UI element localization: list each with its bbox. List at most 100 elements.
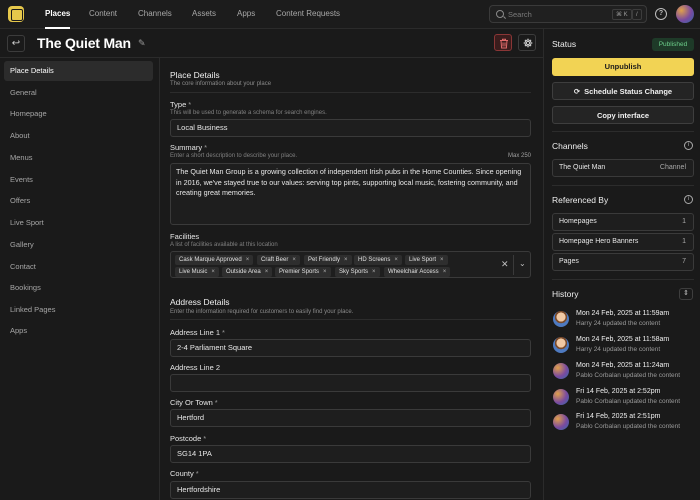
sidebar-item-place-details[interactable]: Place Details: [4, 61, 153, 81]
sidebar-item-bookings[interactable]: Bookings: [4, 278, 153, 298]
gear-icon: [523, 38, 533, 48]
remove-chip-icon[interactable]: ×: [265, 269, 269, 275]
summary-textarea[interactable]: The Quiet Man Group is a growing collect…: [170, 163, 531, 225]
facility-chip[interactable]: Wheelchair Access ×: [384, 267, 451, 277]
city-label: City Or Town *: [170, 398, 218, 407]
facilities-help: A list of facilities available at this l…: [170, 242, 278, 248]
county-label: County *: [170, 469, 199, 478]
summary-help: Enter a short description to describe yo…: [170, 153, 298, 159]
history-title: History: [552, 289, 579, 299]
settings-button[interactable]: [518, 34, 536, 51]
type-select[interactable]: Local Business: [170, 119, 531, 137]
avatar: [553, 414, 569, 430]
schedule-status-change-button[interactable]: ⟳ Schedule Status Change: [552, 82, 694, 100]
copy-interface-button[interactable]: Copy interface: [552, 106, 694, 124]
remove-chip-icon[interactable]: ×: [372, 269, 376, 275]
facility-chip[interactable]: Live Music ×: [175, 267, 219, 277]
remove-chip-icon[interactable]: ×: [292, 257, 296, 263]
sidebar-item-offers[interactable]: Offers: [4, 191, 153, 211]
remove-chip-icon[interactable]: ×: [246, 257, 250, 263]
sidebar-item-gallery[interactable]: Gallery: [4, 235, 153, 255]
history-time: Mon 24 Feb, 2025 at 11:58am: [576, 336, 670, 343]
help-icon[interactable]: ?: [655, 8, 667, 20]
address-line-2-input[interactable]: [170, 374, 531, 392]
schedule-icon: ⟳: [573, 87, 581, 96]
remove-chip-icon[interactable]: ×: [394, 257, 398, 263]
nav-tab-content-requests[interactable]: Content Requests: [276, 0, 340, 29]
facilities-multiselect[interactable]: Cask Marque Approved × Craft Beer × Pet Fr…: [170, 251, 531, 278]
avatar[interactable]: [676, 5, 694, 23]
facilities-label: Facilities: [170, 232, 200, 241]
avatar: [553, 311, 569, 327]
facility-chip[interactable]: Live Sport ×: [405, 255, 448, 265]
nav-tab-content[interactable]: Content: [89, 0, 117, 29]
sidebar-item-live-sport[interactable]: Live Sport: [4, 213, 153, 233]
channel-type: Channel: [659, 164, 686, 171]
chevron-down-icon[interactable]: ⌄: [519, 259, 526, 268]
sidebar-item-linked-pages[interactable]: Linked Pages: [4, 300, 153, 320]
sidebar-item-menus[interactable]: Menus: [4, 148, 153, 168]
sort-icon[interactable]: ⇕: [679, 288, 693, 300]
search-icon: [496, 10, 504, 18]
sidebar-item-apps[interactable]: Apps: [4, 321, 153, 341]
divider: [552, 185, 694, 186]
remove-chip-icon[interactable]: ×: [211, 269, 215, 275]
divider: [170, 92, 531, 93]
section-title-place-details: Place Details: [170, 70, 220, 80]
facility-chip[interactable]: Craft Beer ×: [257, 255, 300, 265]
divider: [170, 319, 531, 320]
section-subtitle-place-details: The core information about your place: [170, 81, 272, 87]
divider: [552, 279, 694, 280]
search-placeholder: Search: [508, 10, 532, 19]
facility-chip[interactable]: Premier Sports ×: [275, 267, 331, 277]
sidebar-item-general[interactable]: General: [4, 83, 153, 103]
delete-button[interactable]: [494, 34, 512, 51]
avatar: [553, 363, 569, 379]
avatar: [553, 337, 569, 353]
search-input[interactable]: Search ⌘ K /: [489, 5, 647, 23]
app-logo-icon[interactable]: [8, 6, 24, 22]
facility-chip[interactable]: HD Screens ×: [354, 255, 402, 265]
pencil-icon[interactable]: ✎: [138, 38, 146, 49]
sidebar-item-contact[interactable]: Contact: [4, 257, 153, 277]
nav-tab-apps[interactable]: Apps: [237, 0, 255, 29]
back-button[interactable]: ↩: [7, 35, 25, 52]
county-input[interactable]: Hertfordshire: [170, 481, 531, 499]
avatar: [553, 389, 569, 405]
city-input[interactable]: Hertford: [170, 409, 531, 427]
address-line-1-label: Address Line 1 *: [170, 328, 225, 337]
history-desc: Pablo Corbalan updated the content: [576, 423, 681, 430]
facility-chip[interactable]: Cask Marque Approved ×: [175, 255, 254, 265]
section-subtitle-address-details: Enter the information required for custo…: [170, 309, 354, 315]
referenced-item[interactable]: Homepage Hero Banners 1: [552, 233, 694, 251]
referenced-item[interactable]: Pages 7: [552, 253, 694, 271]
facility-chip[interactable]: Sky Sports ×: [335, 267, 380, 277]
referenced-item[interactable]: Homepages 1: [552, 213, 694, 231]
facility-chip[interactable]: Pet Friendly ×: [304, 255, 352, 265]
status-badge: Published: [652, 38, 694, 51]
sidebar-item-about[interactable]: About: [4, 126, 153, 146]
trash-icon: [500, 38, 508, 49]
sidebar-item-events[interactable]: Events: [4, 170, 153, 190]
x-icon[interactable]: ✕: [501, 259, 509, 270]
shortcut-key-slash: /: [632, 9, 642, 20]
unpublish-button[interactable]: Unpublish: [552, 58, 694, 76]
nav-tab-assets[interactable]: Assets: [192, 0, 216, 29]
nav-tab-channels[interactable]: Channels: [138, 0, 172, 29]
remove-chip-icon[interactable]: ×: [440, 257, 444, 263]
postcode-label: Postcode *: [170, 434, 207, 443]
channel-item[interactable]: The Quiet Man Channel: [552, 159, 694, 177]
channel-name: The Quiet Man: [559, 164, 606, 171]
remove-chip-icon[interactable]: ×: [443, 269, 447, 275]
facility-chip[interactable]: Outside Area ×: [222, 267, 273, 277]
info-icon[interactable]: i: [684, 195, 693, 204]
address-line-1-input[interactable]: 2-4 Parliament Square: [170, 339, 531, 357]
address-line-2-label: Address Line 2: [170, 363, 221, 372]
postcode-input[interactable]: SG14 1PA: [170, 445, 531, 463]
info-icon[interactable]: i: [684, 141, 693, 150]
remove-chip-icon[interactable]: ×: [323, 269, 327, 275]
nav-tab-places[interactable]: Places: [45, 0, 71, 29]
remove-chip-icon[interactable]: ×: [344, 257, 348, 263]
history-time: Fri 14 Feb, 2025 at 2:51pm: [576, 413, 661, 420]
sidebar-item-homepage[interactable]: Homepage: [4, 104, 153, 124]
